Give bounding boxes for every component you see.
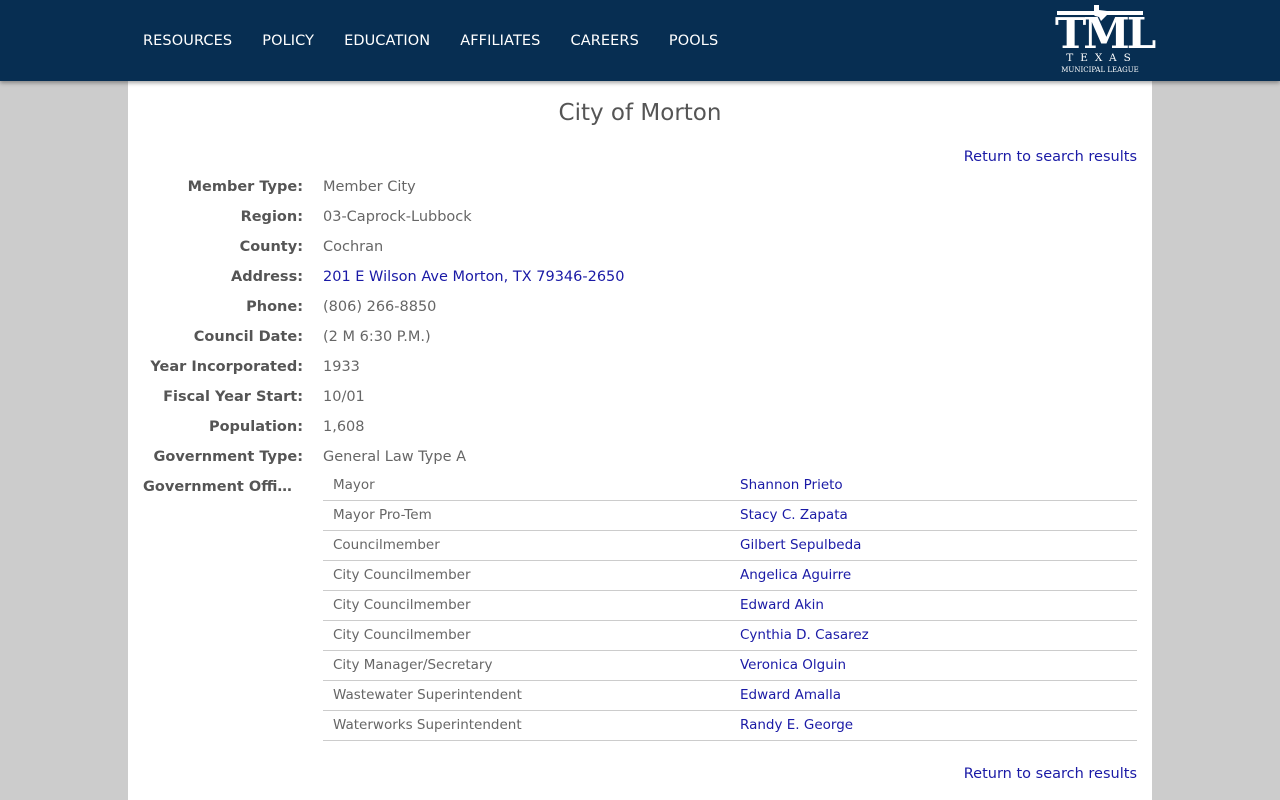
table-row: Councilmember Gilbert Sepulbeda xyxy=(323,530,1137,561)
field-phone: Phone: (806) 266-8850 xyxy=(128,292,1152,322)
official-title: Mayor xyxy=(323,471,730,501)
nav-careers[interactable]: CAREERS xyxy=(570,31,638,51)
field-label: Fiscal Year Start: xyxy=(163,389,303,405)
field-value: (2 M 6:30 P.M.) xyxy=(323,329,431,345)
field-label: Government Type: xyxy=(153,449,303,465)
page-title: City of Morton xyxy=(558,100,722,126)
table-row: Wastewater Superintendent Edward Amalla xyxy=(323,680,1137,711)
logo-tml: TML xyxy=(1055,9,1156,58)
field-member-type: Member Type: Member City xyxy=(128,172,1152,202)
field-address: Address: 201 E Wilson Ave Morton, TX 793… xyxy=(128,262,1152,292)
main-nav: RESOURCES POLICY EDUCATION AFFILIATES CA… xyxy=(143,31,748,51)
official-title: Wastewater Superintendent xyxy=(323,680,730,711)
field-label: Year Incorporated: xyxy=(150,359,303,375)
field-value: Member City xyxy=(323,179,416,195)
field-label: Council Date: xyxy=(193,329,303,345)
official-name-link[interactable]: Angelica Aguirre xyxy=(730,560,1137,591)
official-name-link[interactable]: Stacy C. Zapata xyxy=(730,500,1137,531)
official-title: Waterworks Superintendent xyxy=(323,710,730,741)
field-population: Population: 1,608 xyxy=(128,412,1152,442)
field-fiscal-year-start: Fiscal Year Start: 10/01 xyxy=(128,382,1152,412)
return-to-results-link-top[interactable]: Return to search results xyxy=(964,147,1137,167)
return-to-results-link-bottom[interactable]: Return to search results xyxy=(964,764,1137,784)
logo-league: MUNICIPAL LEAGUE xyxy=(1061,66,1139,74)
field-region: Region: 03-Caprock-Lubbock xyxy=(128,202,1152,232)
address-link[interactable]: 201 E Wilson Ave Morton, TX 79346-2650 xyxy=(323,262,625,292)
table-row: City Manager/Secretary Veronica Olguin xyxy=(323,650,1137,681)
nav-policy[interactable]: POLICY xyxy=(262,31,314,51)
main-content: City of Morton Return to search results … xyxy=(128,81,1152,800)
officials-table: Mayor Shannon Prieto Mayor Pro-Tem Stacy… xyxy=(323,471,1137,741)
field-value: 1933 xyxy=(323,359,360,375)
field-value: 10/01 xyxy=(323,389,365,405)
table-row: City Councilmember Edward Akin xyxy=(323,590,1137,621)
site-header: RESOURCES POLICY EDUCATION AFFILIATES CA… xyxy=(0,0,1280,81)
field-label: County: xyxy=(239,239,303,255)
official-title: City Manager/Secretary xyxy=(323,650,730,681)
official-name-link[interactable]: Cynthia D. Casarez xyxy=(730,620,1137,651)
official-title: City Councilmember xyxy=(323,590,730,621)
official-name-link[interactable]: Edward Amalla xyxy=(730,680,1137,711)
official-name-link[interactable]: Veronica Olguin xyxy=(730,650,1137,681)
official-name-link[interactable]: Randy E. George xyxy=(730,710,1137,741)
government-officials-label: Government Offici... xyxy=(143,479,300,495)
field-value: 03-Caprock-Lubbock xyxy=(323,209,472,225)
field-label: Address: xyxy=(230,269,303,285)
nav-education[interactable]: EDUCATION xyxy=(344,31,430,51)
table-row: City Councilmember Cynthia D. Casarez xyxy=(323,620,1137,651)
official-name-link[interactable]: Edward Akin xyxy=(730,590,1137,621)
official-title: Councilmember xyxy=(323,530,730,561)
field-label: Population: xyxy=(208,419,303,435)
official-title: Mayor Pro-Tem xyxy=(323,500,730,531)
field-government-type: Government Type: General Law Type A xyxy=(128,442,1152,472)
nav-affiliates[interactable]: AFFILIATES xyxy=(460,31,540,51)
table-row: Waterworks Superintendent Randy E. Georg… xyxy=(323,710,1137,741)
field-value: General Law Type A xyxy=(323,449,467,465)
field-value: (806) 266-8850 xyxy=(323,299,437,315)
tml-logo[interactable]: TML TEXAS MUNICIPAL LEAGUE xyxy=(1055,5,1156,75)
official-title: City Councilmember xyxy=(323,560,730,591)
table-row: City Councilmember Angelica Aguirre xyxy=(323,560,1137,591)
field-year-incorporated: Year Incorporated: 1933 xyxy=(128,352,1152,382)
field-council-date: Council Date: (2 M 6:30 P.M.) xyxy=(128,322,1152,352)
field-label: Member Type: xyxy=(187,179,303,195)
nav-resources[interactable]: RESOURCES xyxy=(143,31,232,51)
nav-pools[interactable]: POOLS xyxy=(669,31,718,51)
logo-texas: TEXAS xyxy=(1066,52,1138,64)
field-county: County: Cochran xyxy=(128,232,1152,262)
field-value: 1,608 xyxy=(323,419,365,435)
official-name-link[interactable]: Gilbert Sepulbeda xyxy=(730,530,1137,561)
field-label: Region: xyxy=(240,209,303,225)
official-name-link[interactable]: Shannon Prieto xyxy=(730,471,1137,501)
field-value: Cochran xyxy=(323,239,384,255)
official-title: City Councilmember xyxy=(323,620,730,651)
field-label: Phone: xyxy=(246,299,303,315)
table-row: Mayor Pro-Tem Stacy C. Zapata xyxy=(323,500,1137,531)
table-row: Mayor Shannon Prieto xyxy=(323,471,1137,501)
